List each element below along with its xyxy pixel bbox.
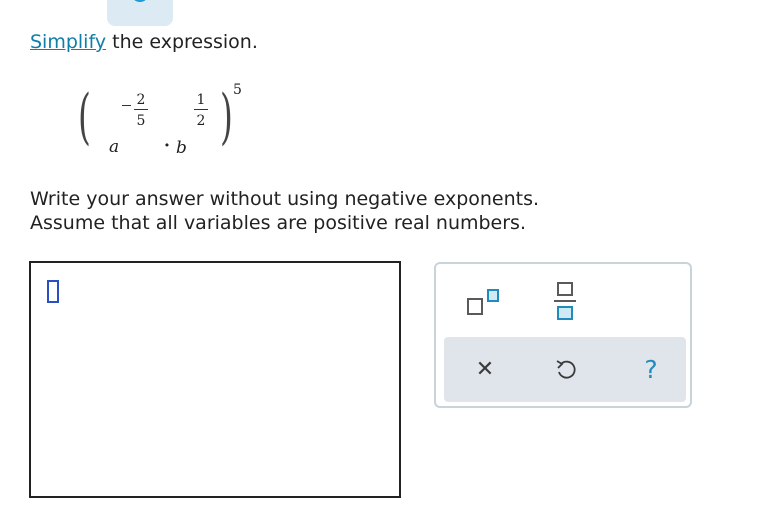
help-button[interactable]: ? <box>636 355 666 385</box>
exponent-a-denominator: 5 <box>136 113 146 130</box>
outer-exponent: 5 <box>233 82 242 98</box>
prompt-text: the expression. <box>106 31 258 53</box>
top-tab[interactable] <box>107 0 173 26</box>
exponent-b-denominator: 2 <box>196 113 206 130</box>
tab-indicator-icon <box>131 0 149 2</box>
fraction-denominator-box-icon <box>557 306 573 320</box>
undo-button[interactable] <box>551 355 581 385</box>
undo-icon <box>556 360 576 379</box>
base-a: a <box>109 137 120 157</box>
exponent-base-box-icon <box>467 298 483 315</box>
fraction-template-button[interactable] <box>554 282 578 324</box>
math-palette: ✕ ? <box>434 262 692 408</box>
fraction-numerator-box-icon <box>557 282 573 296</box>
clear-button[interactable]: ✕ <box>470 355 500 385</box>
negative-sign <box>122 105 131 107</box>
left-parenthesis: ( <box>78 82 91 152</box>
multiply-dot: · <box>164 136 170 156</box>
instruction-line-2: Assume that all variables are positive r… <box>30 212 526 234</box>
exponent-power-box-icon <box>487 289 499 302</box>
math-expression: ( a 2 5 · b 1 2 ) 5 <box>78 82 248 164</box>
help-icon: ? <box>644 355 658 384</box>
base-b: b <box>176 138 187 158</box>
exponent-template-button[interactable] <box>463 286 509 320</box>
exponent-a-numerator: 2 <box>136 92 146 108</box>
simplify-link[interactable]: Simplify <box>30 31 106 53</box>
right-parenthesis: ) <box>220 82 233 152</box>
instructions: Write your answer without using negative… <box>30 187 539 235</box>
palette-action-bar: ✕ ? <box>444 337 686 402</box>
exponent-b-fraction: 1 2 <box>194 92 208 129</box>
answer-input[interactable] <box>29 261 401 498</box>
question-prompt: Simplify the expression. <box>30 31 258 53</box>
close-icon: ✕ <box>475 357 495 382</box>
exponent-a-fraction: 2 5 <box>134 92 148 129</box>
input-cursor <box>47 280 59 303</box>
fraction-bar-icon <box>554 300 576 302</box>
exponent-b-bar <box>194 109 208 111</box>
exponent-b-numerator: 1 <box>196 92 206 108</box>
instruction-line-1: Write your answer without using negative… <box>30 188 540 210</box>
exponent-a-bar <box>134 109 148 111</box>
